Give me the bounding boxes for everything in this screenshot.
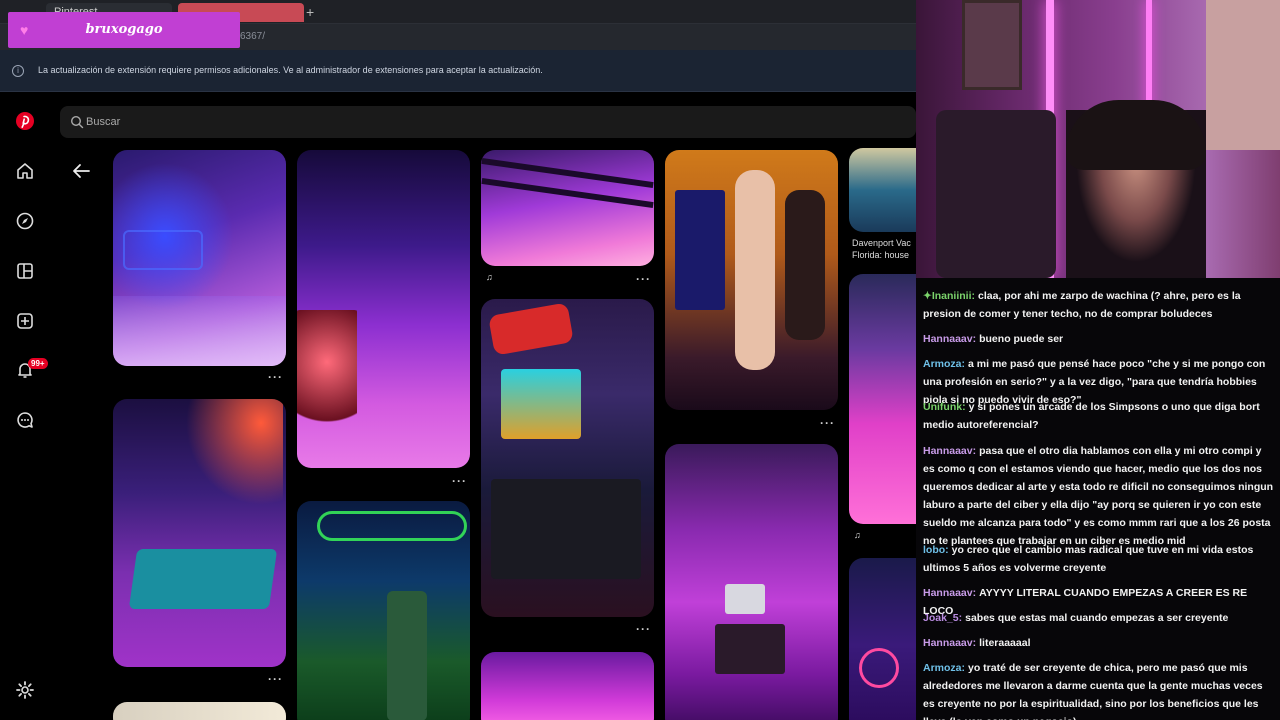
stream-chat: ✦Inaniinii: claa, por ahi me zarpo de wac… (916, 278, 1280, 720)
home-icon[interactable] (15, 161, 35, 181)
pin-image-bowling-lanes[interactable] (481, 150, 654, 266)
notification-count-badge: 99+ (28, 358, 48, 369)
pin-image-bowling-alley[interactable] (113, 150, 286, 366)
boards-icon[interactable] (15, 261, 35, 281)
back-arrow-icon[interactable] (70, 160, 92, 182)
pin-more-options-icon[interactable]: ··· (268, 370, 283, 384)
pin-image-pink-room[interactable] (849, 274, 916, 524)
pin-more-options-icon[interactable]: ··· (820, 416, 835, 430)
chat-text: pasa que el otro dia hablamos con ella y… (923, 445, 1274, 547)
chat-text: sabes que estas mal cuando empezas a ser… (965, 612, 1229, 624)
create-plus-icon[interactable] (15, 311, 35, 331)
search-bar[interactable] (60, 106, 916, 138)
pin-image-billiards-room[interactable] (113, 399, 286, 667)
chat-username: Hannaaav: (923, 445, 977, 457)
chat-username: Armoza: (923, 358, 966, 370)
pin-image-tv-room[interactable] (665, 444, 838, 720)
pin-source-icon: ♫ (486, 272, 493, 282)
pin-source-icon: ♫ (854, 530, 861, 540)
pin-image-retro-arcade[interactable] (665, 150, 838, 410)
search-input[interactable] (86, 106, 786, 138)
pin-image-neon-lounge[interactable] (481, 652, 654, 720)
chat-username: Unifunk: (923, 401, 966, 413)
chat-message: Unifunk: y si pones un arcade de los Simp… (923, 398, 1275, 434)
pin-image-ping-pong[interactable] (849, 148, 916, 232)
pin-image-green-neon-room[interactable] (297, 501, 470, 720)
chat-message: lobo: yo creo que el cambio mas radical q… (923, 541, 1275, 577)
url-text: 6367/ (240, 31, 266, 42)
streamer-name-badge: ♥ bruxogago (8, 12, 240, 48)
settings-gear-icon[interactable] (15, 680, 35, 700)
chat-text: y si pones un arcade de los Simpsons o u… (923, 401, 1260, 431)
extension-notice-bar: i La actualización de extensión requiere… (0, 50, 916, 92)
streamer-name: bruxogago (85, 22, 163, 37)
messages-icon[interactable] (15, 410, 35, 430)
chat-text: literaaaaal (979, 637, 1031, 649)
notice-text: La actualización de extensión requiere p… (38, 65, 543, 75)
pin-more-options-icon[interactable]: ··· (452, 474, 467, 488)
pin-image-neon-bowling[interactable] (297, 150, 470, 468)
pin-image-arcade-machine[interactable] (481, 299, 654, 617)
verified-icon: ✦ (923, 290, 932, 302)
chat-message: ✦Inaniinii: claa, por ahi me zarpo de wac… (923, 287, 1275, 323)
chat-message: Hannaaav: pasa que el otro dia hablamos c… (923, 442, 1275, 550)
pin-more-options-icon[interactable]: ··· (636, 272, 651, 286)
new-tab-icon[interactable]: + (306, 4, 314, 20)
pin-image-partial[interactable] (113, 702, 286, 720)
info-icon: i (12, 65, 24, 77)
chat-username: Inaniinii: (931, 290, 975, 302)
chat-message: Hannaaav: literaaaaal (923, 634, 1275, 652)
pinterest-app: 99+ ··· ··· ··· (0, 92, 916, 720)
pin-title[interactable]: Davenport Vac Florida: house (852, 237, 916, 261)
left-nav-rail: 99+ (0, 92, 50, 720)
webcam-feed (916, 0, 1280, 278)
chat-username: lobo: (923, 544, 949, 556)
chat-message: Hannaaav: bueno puede ser (923, 330, 1275, 348)
screen: { "overlay": { "streamer_name": "bruxoga… (0, 0, 1280, 720)
chat-username: Hannaaav: (923, 637, 977, 649)
pin-more-options-icon[interactable]: ··· (636, 622, 651, 636)
chat-username: Hannaaav: (923, 333, 977, 345)
chat-username: Hannaaav: (923, 587, 977, 599)
chat-text: yo creo que el cambio mas radical que tu… (923, 544, 1254, 574)
chat-message: Armoza: yo traté de ser creyente de chica… (923, 659, 1275, 720)
pinterest-logo-icon[interactable] (15, 111, 35, 131)
chat-text: bueno puede ser (979, 333, 1064, 345)
pin-image-neon-sign[interactable] (849, 558, 916, 720)
chat-text: yo traté de ser creyente de chica, pero … (923, 662, 1263, 720)
pin-more-options-icon[interactable]: ··· (268, 672, 283, 686)
chat-username: Armoza: (923, 662, 966, 674)
explore-compass-icon[interactable] (15, 211, 35, 231)
chat-message: Joak_5: sabes que estas mal cuando empeza… (923, 609, 1275, 627)
chat-username: Joak_5: (923, 612, 963, 624)
search-icon (70, 115, 84, 129)
